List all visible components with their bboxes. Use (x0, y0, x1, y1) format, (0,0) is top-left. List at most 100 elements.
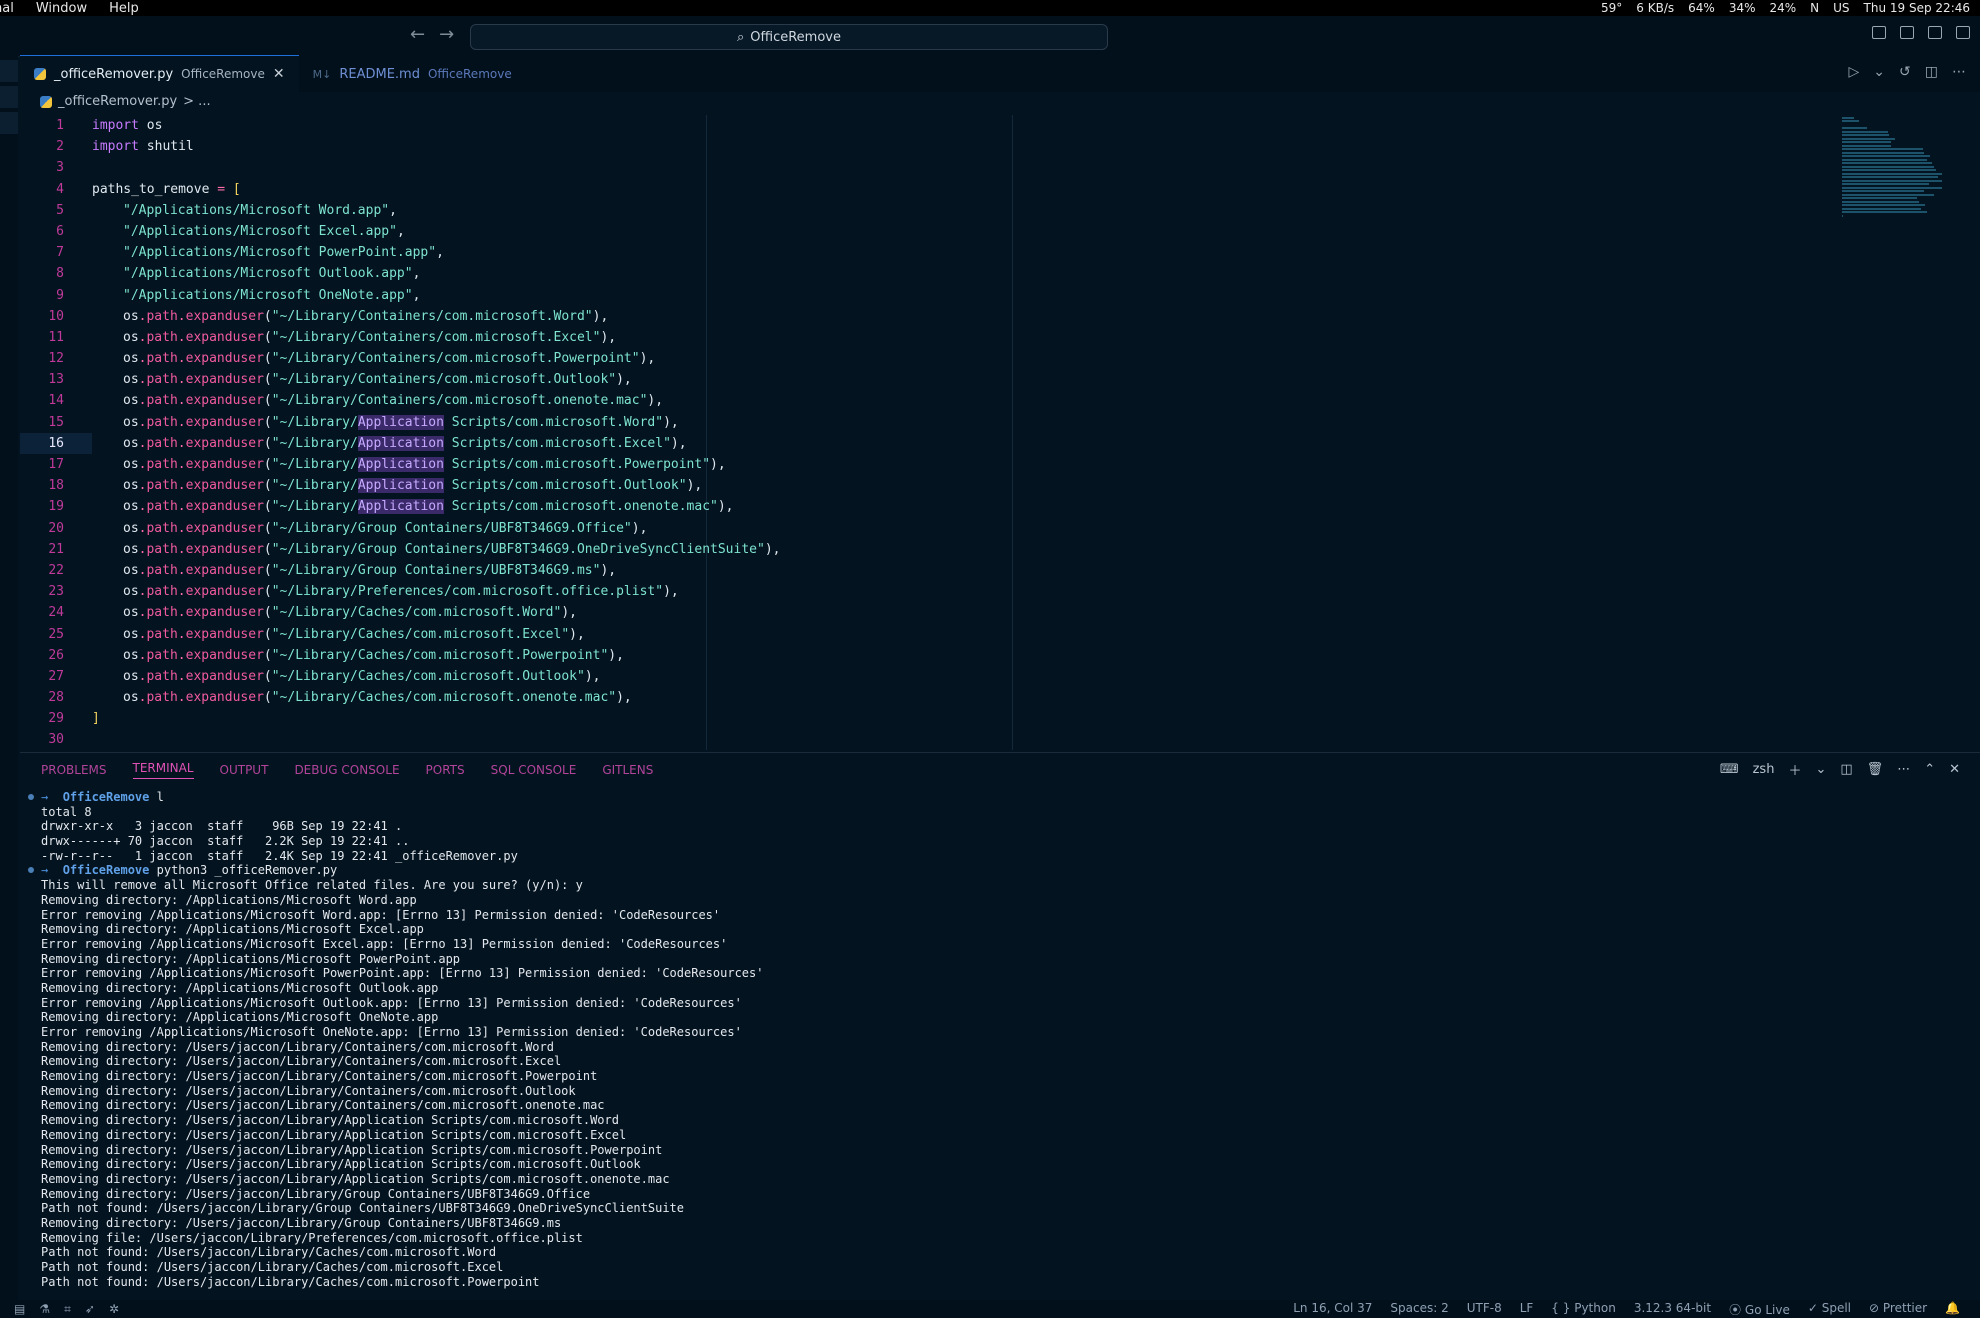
code-line[interactable]: 28 os.path.expanduser("~/Library/Caches/c… (20, 687, 1820, 708)
split-editor-icon[interactable]: ◫ (1925, 64, 1938, 80)
code-line[interactable]: 13 os.path.expanduser("~/Library/Containe… (20, 369, 1820, 390)
editor-tab[interactable]: _officeRemover.py OfficeRemove ✕ (20, 55, 299, 92)
toggle-primary-sidebar-icon[interactable] (1872, 26, 1886, 39)
status-item[interactable]: US (1833, 1, 1849, 15)
code-line[interactable]: 9 "/Applications/Microsoft OneNote.app", (20, 285, 1820, 306)
code-line[interactable]: 7 "/Applications/Microsoft PowerPoint.app… (20, 242, 1820, 263)
status-item[interactable]: Thu 19 Sep 22:46 (1864, 1, 1970, 15)
code-line[interactable]: 10 os.path.expanduser("~/Library/Containe… (20, 306, 1820, 327)
status-item[interactable]: N (1810, 1, 1819, 15)
customize-layout-icon[interactable] (1956, 26, 1970, 39)
status-item[interactable]: 24% (1769, 1, 1796, 15)
line-number: 23 (48, 584, 64, 600)
code-line[interactable]: 26 os.path.expanduser("~/Library/Caches/c… (20, 645, 1820, 666)
activity-item[interactable] (0, 60, 18, 82)
menu-item[interactable]: Help (109, 1, 139, 16)
status-item[interactable]: 34% (1729, 1, 1756, 15)
panel-tab-problems[interactable]: PROBLEMS (41, 763, 107, 777)
indentation[interactable]: Spaces: 2 (1390, 1301, 1448, 1318)
code-line[interactable]: 21 os.path.expanduser("~/Library/Group Co… (20, 539, 1820, 560)
end-of-line[interactable]: LF (1520, 1301, 1534, 1318)
go-live-button[interactable]: ⦿ Go Live (1729, 1301, 1790, 1318)
notifications-bell-icon[interactable]: 🔔 (1945, 1301, 1960, 1318)
editor-tab[interactable]: M↓ README.md OfficeRemove (299, 56, 526, 92)
panel-tab-ports[interactable]: PORTS (426, 763, 465, 777)
prettier-button[interactable]: ⊘ Prettier (1869, 1301, 1927, 1318)
run-icon[interactable]: ▷ (1849, 64, 1860, 80)
activity-item[interactable] (0, 86, 18, 108)
code-editor[interactable]: 1 import os 2 import shutil 3 4 paths_to_remov… (20, 115, 1820, 750)
code-line[interactable]: 29] (20, 708, 1820, 729)
python-interpreter[interactable]: 3.12.3 64-bit (1634, 1301, 1711, 1318)
spell-button[interactable]: ✓ Spell (1808, 1301, 1851, 1318)
status-item[interactable]: 6 KB/s (1636, 1, 1674, 15)
terminal-output[interactable]: → OfficeRemove l total 8 drwxr-xr-x 3 jacc… (20, 790, 1950, 1300)
forward-arrow-icon[interactable]: → (439, 24, 454, 45)
menu-item[interactable]: Window (36, 1, 87, 16)
status-item[interactable]: 59° (1601, 1, 1622, 15)
remote-icon[interactable]: ▤ (14, 1302, 25, 1317)
code-line[interactable]: 4 paths_to_remove = [ (20, 179, 1820, 200)
back-arrow-icon[interactable]: ← (410, 24, 425, 45)
toggle-panel-icon[interactable] (1900, 26, 1914, 39)
panel-tab-gitlens[interactable]: GITLENS (602, 763, 653, 777)
code-token: path (146, 668, 178, 684)
code-line[interactable]: 17 os.path.expanduser("~/Library/Applicat… (20, 454, 1820, 475)
code-line[interactable]: 23 os.path.expanduser("~/Library/Preferen… (20, 581, 1820, 602)
code-line[interactable]: 6 "/Applications/Microsoft Excel.app", (20, 221, 1820, 242)
code-line[interactable]: 27 os.path.expanduser("~/Library/Caches/c… (20, 666, 1820, 687)
flask-icon[interactable]: ⚗ (39, 1302, 50, 1317)
status-item[interactable]: 64% (1688, 1, 1715, 15)
code-line[interactable]: 18 os.path.expanduser("~/Library/Applicat… (20, 475, 1820, 496)
code-token: ), (663, 584, 679, 600)
encoding[interactable]: UTF-8 (1467, 1301, 1502, 1318)
code-line[interactable]: 11 os.path.expanduser("~/Library/Containe… (20, 327, 1820, 348)
panel-tab-terminal[interactable]: TERMINAL (132, 761, 194, 779)
more-actions-icon[interactable]: ⋯ (1952, 64, 1966, 80)
menu-item[interactable]: nal (0, 1, 14, 16)
code-token: ( (263, 584, 272, 600)
panel-tab-debug-console[interactable]: DEBUG CONSOLE (294, 763, 399, 777)
trash-icon[interactable]: 🗑 (1867, 762, 1884, 777)
code-line[interactable]: 22 os.path.expanduser("~/Library/Group Co… (20, 560, 1820, 581)
maximize-panel-icon[interactable]: ⌃ (1924, 762, 1935, 777)
code-line[interactable]: 15 os.path.expanduser("~/Library/Applicat… (20, 412, 1820, 433)
panel-tab-output[interactable]: OUTPUT (220, 763, 269, 777)
shell-name[interactable]: zsh (1753, 762, 1775, 777)
minimap[interactable] (1842, 115, 1962, 225)
breadcrumb-rest[interactable]: > ... (183, 94, 210, 109)
code-line[interactable]: 5 "/Applications/Microsoft Word.app", (20, 200, 1820, 221)
panel-tab-sql-console[interactable]: SQL CONSOLE (491, 763, 577, 777)
terminal-icon[interactable]: ⌗ (64, 1302, 71, 1317)
bug-icon[interactable]: ✲ (109, 1302, 119, 1317)
close-panel-icon[interactable]: ✕ (1949, 762, 1960, 777)
toggle-secondary-sidebar-icon[interactable] (1928, 26, 1942, 39)
code-line[interactable]: 16 os.path.expanduser("~/Library/Applicat… (20, 432, 1820, 454)
timeline-icon[interactable]: ↺ (1899, 64, 1911, 80)
code-line[interactable]: 2 import shutil (20, 136, 1820, 157)
rocket-icon[interactable]: ➶ (85, 1302, 95, 1317)
close-icon[interactable]: ✕ (273, 66, 285, 82)
code-line[interactable]: 24 os.path.expanduser("~/Library/Caches/c… (20, 602, 1820, 623)
breadcrumb-file[interactable]: _officeRemover.py (58, 94, 177, 109)
code-line[interactable]: 19 os.path.expanduser("~/Library/Applicat… (20, 496, 1820, 517)
code-line[interactable]: 20 os.path.expanduser("~/Library/Group Co… (20, 518, 1820, 539)
code-token: os (123, 329, 139, 345)
new-terminal-icon[interactable]: ＋ (1788, 760, 1801, 779)
code-line[interactable]: 1 import os (20, 115, 1820, 136)
split-terminal-icon[interactable]: ◫ (1840, 762, 1852, 777)
code-line[interactable]: 25 os.path.expanduser("~/Library/Caches/c… (20, 624, 1820, 645)
more-actions-icon[interactable]: ⋯ (1897, 762, 1910, 777)
code-line[interactable]: 14 os.path.expanduser("~/Library/Containe… (20, 390, 1820, 411)
code-line[interactable]: 8 "/Applications/Microsoft Outlook.app", (20, 263, 1820, 284)
cursor-position[interactable]: Ln 16, Col 37 (1293, 1301, 1372, 1318)
code-token: path (146, 329, 178, 345)
code-line[interactable]: 12 os.path.expanduser("~/Library/Containe… (20, 348, 1820, 369)
chevron-down-icon[interactable]: ⌄ (1815, 762, 1826, 777)
code-line[interactable]: 3 (20, 157, 1820, 178)
language-mode[interactable]: { } Python (1551, 1301, 1616, 1318)
chevron-down-icon[interactable]: ⌄ (1873, 64, 1885, 80)
command-center-search[interactable]: ⌕ OfficeRemove (470, 24, 1108, 50)
activity-item[interactable] (0, 112, 18, 134)
code-line[interactable]: 30 (20, 729, 1820, 750)
